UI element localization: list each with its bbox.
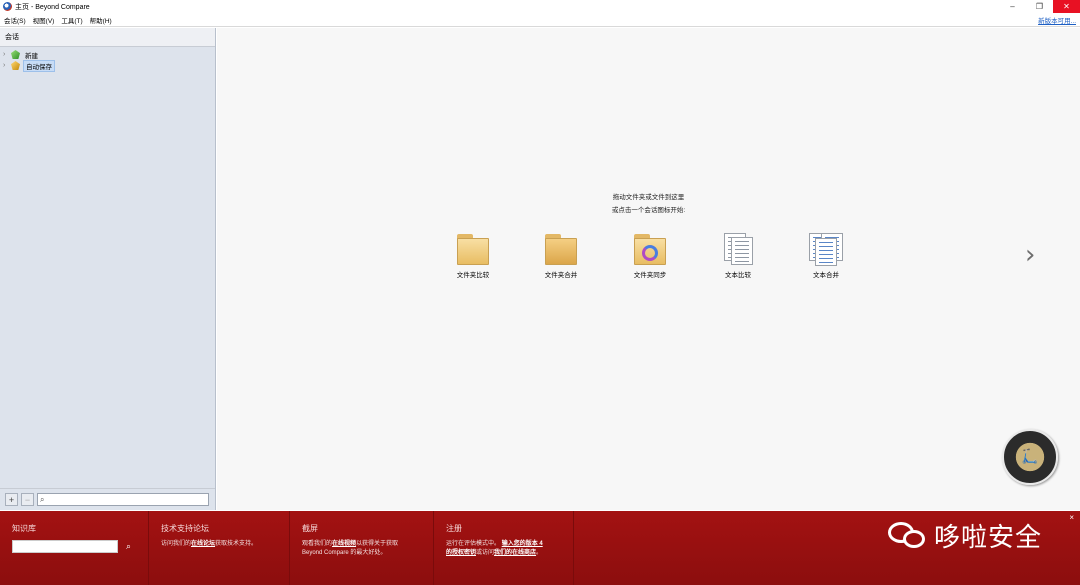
add-session-button[interactable]: + xyxy=(5,493,18,506)
scooter-icon: 🛴 xyxy=(1021,449,1039,465)
enter-key-link-cont[interactable]: 的授权密钥 xyxy=(446,550,476,556)
drop-hint-line2: 或点击一个会话图标开始: xyxy=(611,207,686,214)
search-icon[interactable]: ⌕ xyxy=(126,541,131,552)
forum-title: 技术支持论坛 xyxy=(161,524,209,533)
footer-kb: 知识库 ⌕ xyxy=(0,511,148,585)
footer-forum: 技术支持论坛 访问我们的在线论坛获取技术支持。 xyxy=(148,511,289,585)
sidebar-toolbar: + − ⌕ xyxy=(0,488,215,510)
register-text: 运行在评估模式中。 xyxy=(446,541,501,547)
menu-view[interactable]: 视图(V) xyxy=(30,15,58,25)
menu-session[interactable]: 会话(S) xyxy=(1,15,29,25)
register-title: 注册 xyxy=(446,524,462,533)
wechat-icon xyxy=(888,520,928,550)
chevron-right-icon[interactable]: › xyxy=(3,62,11,69)
search-icon: ⌕ xyxy=(40,494,45,504)
home-view: 拖动文件夹或文件到这里 或点击一个会话图标开始: 文件夹比较 文件夹合并 文件夹… xyxy=(217,28,1080,510)
sidebar-item-label: 自动保存 xyxy=(23,59,55,72)
folder-compare-launcher[interactable]: 文件夹比较 xyxy=(438,233,508,279)
footer-register: 注册 运行在评估模式中。 输入您的版本 4 的授权密钥或访问我们的在线商店。 xyxy=(433,511,573,585)
folder-compare-icon xyxy=(454,233,492,267)
window-title: 主页 - Beyond Compare xyxy=(15,3,90,11)
watermark: 哆啦安全 xyxy=(888,517,1042,553)
green-gem-icon xyxy=(11,50,20,59)
launcher-label: 文本比较 xyxy=(725,272,751,279)
footer-screenshots: 截屏 观看我们的在线视频以获得关于获取 Beyond Compare 的最大好处。 xyxy=(289,511,433,585)
screenshots-text: 观看我们的 xyxy=(302,541,333,547)
launcher-label: 文件夹比较 xyxy=(456,272,490,279)
forum-text: 访问我们的 xyxy=(161,541,192,547)
menu-bar: 会话(S) 视图(V) 工具(T) 帮助(H) 新版本可用... xyxy=(0,13,1080,27)
text-merge-launcher[interactable]: 文本合并 xyxy=(791,233,861,279)
sidebar-item-new[interactable]: › 新建 xyxy=(0,49,215,60)
footer-divider xyxy=(573,511,574,585)
folder-sync-icon xyxy=(631,233,669,267)
minimize-button[interactable]: – xyxy=(999,0,1026,13)
register-text-mid: 或访问 xyxy=(476,550,495,556)
close-footer-button[interactable]: × xyxy=(1069,513,1074,522)
enter-key-link[interactable]: 输入您的版本 4 xyxy=(502,541,543,547)
menu-tools[interactable]: 工具(T) xyxy=(58,15,85,25)
launcher-label: 文件夹同步 xyxy=(633,272,667,279)
sidebar-item-autosave[interactable]: › 自动保存 xyxy=(0,59,215,72)
screenshots-text-post: 以获得关于获取 xyxy=(356,541,399,547)
text-compare-icon xyxy=(719,233,757,267)
folder-sync-launcher[interactable]: 文件夹同步 xyxy=(615,233,685,279)
chevron-right-icon[interactable]: › xyxy=(3,51,11,58)
new-version-link[interactable]: 新版本可用... xyxy=(1038,15,1076,25)
watermark-text: 哆啦安全 xyxy=(934,522,1043,553)
next-page-arrow[interactable]: › xyxy=(1025,240,1035,270)
window-controls: – ❐ ✕ xyxy=(999,0,1080,13)
text-compare-launcher[interactable]: 文本比较 xyxy=(703,233,773,279)
restore-button[interactable]: ❐ xyxy=(1026,0,1053,13)
menu-help[interactable]: 帮助(H) xyxy=(87,15,115,25)
drop-hint-line1: 拖动文件夹或文件到这里 xyxy=(612,194,685,201)
beyond-compare-app-icon xyxy=(3,2,12,11)
forum-link[interactable]: 在线论坛 xyxy=(191,541,215,547)
gold-gem-icon xyxy=(11,61,20,70)
remove-session-button[interactable]: − xyxy=(21,493,34,506)
screenshots-title: 截屏 xyxy=(302,524,318,533)
video-link[interactable]: 在线视频 xyxy=(332,541,356,547)
close-button[interactable]: ✕ xyxy=(1053,0,1080,13)
text-merge-icon xyxy=(807,233,845,267)
online-store-link[interactable]: 我们的在线商店 xyxy=(494,550,536,556)
scooter-software-seal: 🛴 xyxy=(1002,429,1058,485)
sidebar-header: 会话 xyxy=(0,28,215,47)
sidebar-item-label: 新建 xyxy=(25,52,38,60)
title-bar: 主页 - Beyond Compare – ❐ ✕ xyxy=(0,0,1080,13)
session-filter-input[interactable]: ⌕ xyxy=(37,493,209,506)
kb-title: 知识库 xyxy=(12,524,36,533)
launcher-label: 文件夹合并 xyxy=(544,272,578,279)
register-text-post: 。 xyxy=(536,550,543,556)
folder-merge-launcher[interactable]: 文件夹合并 xyxy=(526,233,596,279)
forum-text-post: 获取技术支持。 xyxy=(215,541,258,547)
kb-search-input[interactable] xyxy=(12,540,118,553)
folder-merge-icon xyxy=(542,233,580,267)
screenshots-text-line2: Beyond Compare 的最大好处。 xyxy=(302,550,387,556)
sessions-sidebar: 会话 › 新建 › 自动保存 + − ⌕ xyxy=(0,28,216,510)
launcher-label: 文本合并 xyxy=(813,272,839,279)
